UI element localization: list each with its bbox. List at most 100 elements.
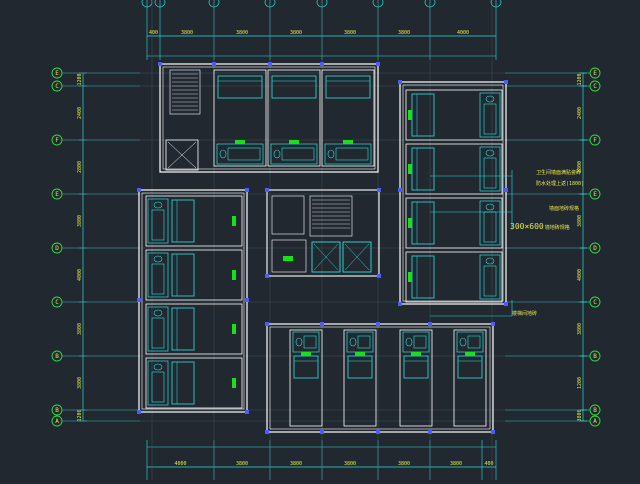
structural-column	[265, 430, 269, 434]
axis-label: B	[55, 353, 59, 360]
dim-value-side: 3800	[77, 215, 83, 227]
bathtub	[335, 147, 369, 161]
dim-value-side: 3800	[577, 323, 583, 335]
structural-column	[491, 322, 495, 326]
room-label-mark	[289, 140, 299, 144]
toilet	[485, 95, 495, 103]
bathroom	[292, 331, 320, 353]
room-label-mark	[232, 216, 236, 226]
guest-room	[405, 197, 503, 249]
bathroom	[216, 143, 264, 165]
bathroom	[402, 331, 430, 353]
floor-plan-drawing: 400 3800 3800 3800 3800 3800 4000 4000 3800 3800…	[51, 0, 601, 480]
structural-column	[265, 188, 269, 192]
bed	[411, 93, 435, 137]
bathtub	[151, 371, 165, 403]
structural-column	[504, 188, 508, 192]
room-label-mark	[343, 140, 353, 144]
bed	[325, 75, 371, 99]
bathtub	[227, 147, 261, 161]
wall-core	[266, 189, 380, 277]
wall-right-block	[399, 81, 507, 305]
structural-column	[265, 274, 269, 278]
axis-label: C	[593, 83, 597, 90]
dim-value-top: 400	[149, 30, 158, 36]
bed	[171, 361, 195, 405]
guest-room	[321, 69, 375, 167]
bathroom	[147, 252, 169, 298]
cad-drawing-canvas[interactable]: 400 3800 3800 3800 3800 3800 4000 4000 3800 3800…	[0, 0, 640, 480]
room-label-mark	[408, 164, 412, 174]
axis-label: B	[593, 407, 597, 414]
axis-label: E	[55, 191, 59, 198]
core-label-mark	[283, 256, 293, 261]
structural-column	[428, 322, 432, 326]
dim-value-side: 4000	[577, 269, 583, 281]
structural-column	[137, 188, 141, 192]
bathtub	[357, 335, 371, 349]
bathtub	[281, 147, 315, 161]
wall-top-block	[159, 63, 379, 173]
stair-top	[169, 69, 201, 115]
axis-label: B	[593, 353, 597, 360]
dim-value-top: 3800	[344, 30, 356, 36]
axis-label: C	[55, 83, 59, 90]
room-label-mark	[408, 110, 412, 120]
toilet	[153, 363, 163, 371]
bathroom	[456, 331, 484, 353]
toilet	[273, 149, 281, 159]
structural-column	[320, 430, 324, 434]
bathroom	[270, 143, 318, 165]
note-tile-size: 300×600墙地砖规格	[510, 222, 570, 231]
bed	[411, 147, 435, 191]
room-label-mark	[355, 352, 365, 356]
bathtub	[151, 209, 165, 241]
note-waterproof: 防水处理上返(1800)	[536, 180, 584, 187]
bed	[171, 199, 195, 243]
toilet	[405, 337, 413, 347]
structural-column	[504, 302, 508, 306]
bathtub	[151, 317, 165, 349]
structural-column	[398, 80, 402, 84]
dim-value-bottom: 3800	[344, 461, 356, 467]
axis-label: F	[55, 137, 59, 144]
room-label-mark	[232, 270, 236, 280]
dim-value-side: 2400	[77, 107, 83, 119]
right-dimension-string: 12002400280038004000380012003800	[577, 72, 587, 422]
dim-value-top: 3800	[398, 30, 410, 36]
axis-label: C	[55, 299, 59, 306]
wall-left-block	[138, 189, 248, 413]
axis-label: E	[593, 70, 597, 77]
bed	[171, 253, 195, 297]
bed	[347, 355, 373, 379]
structural-column	[320, 62, 324, 66]
structural-column	[428, 430, 432, 434]
dim-value-bottom: 3800	[398, 461, 410, 467]
room-label-mark	[408, 272, 412, 282]
bathtub	[303, 335, 317, 349]
bottom-dimension-string: 4000 3800 3800 3800 3800 3800 400	[146, 440, 497, 480]
core-room	[271, 195, 305, 235]
left-dimension-string: 1200 2400 2800 3800 4000 3800 3800 1200	[77, 72, 87, 422]
room-label-mark	[232, 378, 236, 388]
structural-column	[245, 298, 249, 302]
toilet	[219, 149, 227, 159]
toilet	[295, 337, 303, 347]
wall-top-block-inner	[162, 66, 376, 170]
structural-column	[377, 274, 381, 278]
guest-room	[405, 143, 503, 195]
guest-room	[267, 69, 321, 167]
bed	[171, 307, 195, 351]
room-label-mark	[232, 324, 236, 334]
bathtub	[151, 263, 165, 295]
toilet	[485, 257, 495, 265]
note-bath-tile: 卫生间墙面满贴瓷砖	[536, 169, 581, 176]
bathroom	[346, 331, 374, 353]
structural-column	[245, 410, 249, 414]
axis-label: F	[593, 137, 597, 144]
structural-column	[377, 188, 381, 192]
guest-room	[213, 69, 267, 167]
axis-label: B	[55, 407, 59, 414]
toilet	[485, 149, 495, 157]
guest-room	[405, 251, 503, 303]
